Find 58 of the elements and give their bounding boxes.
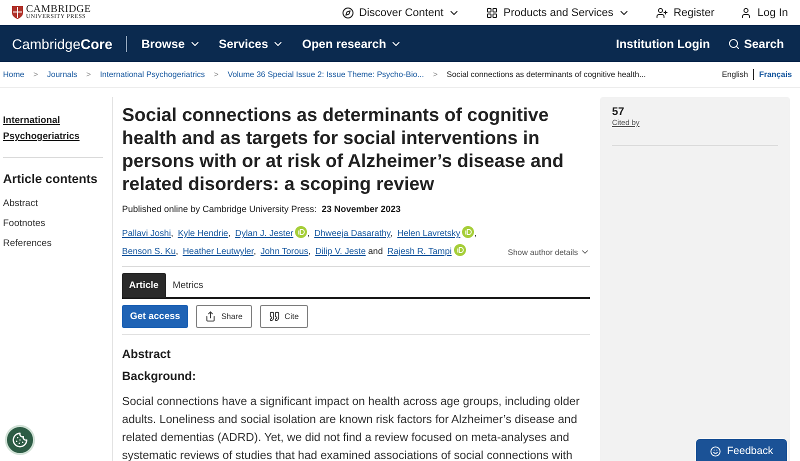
author-link[interactable]: John Torous xyxy=(260,246,308,256)
article-title: Social connections as determinants of cognitive health and as targets for social interventions in persons with or at risk of Alzheimer’s disease and related disorders: a scoping review xyxy=(122,103,565,195)
author-link[interactable]: Dilip V. Jeste xyxy=(315,246,366,256)
breadcrumb-link[interactable]: International Psychogeriatrics xyxy=(100,70,205,79)
breadcrumb-link[interactable]: Home xyxy=(3,70,24,79)
top-link[interactable]: Products and Services xyxy=(486,6,630,18)
tab[interactable]: Metrics xyxy=(166,273,210,297)
nav-menu[interactable]: Open research xyxy=(302,36,402,50)
logo-wordmark: CAMBRIDGE xyxy=(26,5,91,15)
language-link[interactable]: English xyxy=(716,70,754,79)
search-button[interactable]: Search xyxy=(728,36,784,50)
author-link[interactable]: Kyle Hendrie xyxy=(178,228,228,238)
language-link[interactable]: Français xyxy=(754,70,797,79)
breadcrumb-current[interactable]: Social connections as determinants of cognitive health... xyxy=(446,70,646,79)
top-link[interactable]: Register xyxy=(656,6,714,18)
breadcrumb-link[interactable]: Volume 36 Special Issue 2: Issue Theme: Psycho-Bio... xyxy=(228,70,424,79)
author-separator: , xyxy=(307,228,310,238)
nav-menu[interactable]: Browse xyxy=(141,36,201,50)
show-author-details-link[interactable]: Show author details xyxy=(508,247,590,257)
author-link[interactable]: Heather Leutwyler xyxy=(182,246,254,256)
share-button[interactable]: Share xyxy=(196,305,252,328)
author-separator: , xyxy=(474,228,477,238)
cite-button[interactable]: Cite xyxy=(260,305,308,328)
author-separator: , xyxy=(254,246,256,256)
author-link[interactable]: Rajesh R. Tampi xyxy=(387,246,466,256)
top-link[interactable]: Log In xyxy=(740,6,788,18)
author-link[interactable]: Dhweeja Dasarathy xyxy=(314,228,390,238)
abstract-heading: Abstract xyxy=(122,347,172,361)
author-link[interactable]: Helen Lavretsky xyxy=(397,228,474,238)
author-separator: and xyxy=(367,246,383,256)
published-line: Published online by Cambridge University Press: 23 November 2023 xyxy=(122,204,402,214)
breadcrumb-separator: > xyxy=(86,70,91,79)
institution-login-link[interactable]: Institution Login xyxy=(616,36,710,50)
author-link[interactable]: Pallavi Joshi xyxy=(122,228,171,238)
get-access-button[interactable]: Get access xyxy=(122,305,188,328)
brand-logo[interactable]: CambridgeCore xyxy=(12,36,128,52)
breadcrumb-separator: > xyxy=(432,70,438,79)
feedback-button[interactable]: Feedback xyxy=(696,439,788,461)
author-separator: , xyxy=(170,228,174,238)
breadcrumb-link[interactable]: Journals xyxy=(47,70,78,79)
sidebar-item[interactable]: Footnotes xyxy=(3,214,112,234)
top-link[interactable]: Discover Content xyxy=(342,6,460,18)
sidebar-item[interactable]: Abstract xyxy=(3,194,112,214)
citation-count: 57 xyxy=(612,106,626,118)
author-link[interactable]: Dylan J. Jester xyxy=(235,228,308,238)
tab[interactable]: Article xyxy=(122,273,166,297)
journal-link[interactable]: International Psychogeriatrics xyxy=(3,113,103,158)
author-link[interactable]: Benson S. Ku xyxy=(122,246,176,256)
sidebar-heading: Article contents xyxy=(3,172,98,186)
nav-menu[interactable]: Services xyxy=(218,36,284,50)
sidebar-item[interactable]: References xyxy=(3,234,112,254)
breadcrumb-separator: > xyxy=(214,70,219,79)
breadcrumb-separator: > xyxy=(33,70,38,79)
author-separator: , xyxy=(176,246,178,256)
author-separator: , xyxy=(308,246,311,256)
author-separator: , xyxy=(228,228,231,238)
author-separator: , xyxy=(390,228,393,238)
section-heading: Background: xyxy=(122,369,198,383)
